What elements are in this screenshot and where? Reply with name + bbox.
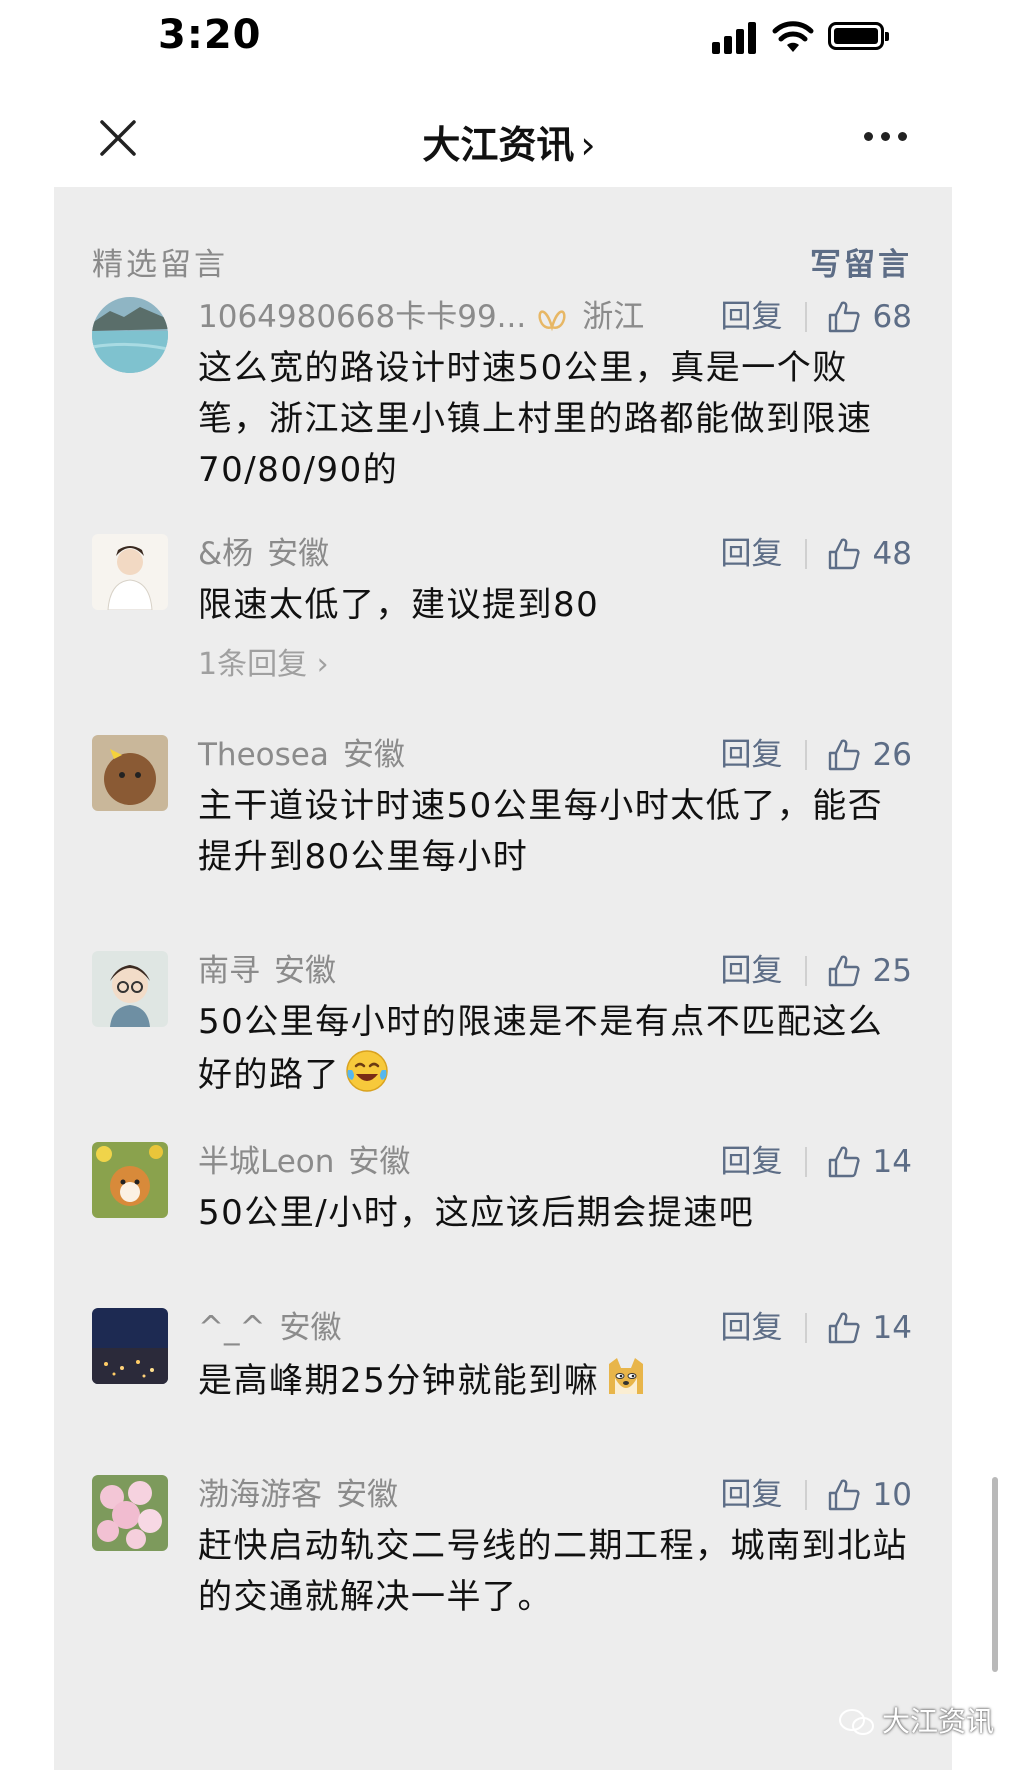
comment-text: 50公里/小时，这应该后期会提速吧 (198, 1193, 755, 1233)
cellular-signal-icon (712, 22, 758, 54)
comment-region: 安徽 (279, 1310, 342, 1346)
comment-actions: 回复 10 (721, 1475, 912, 1515)
comment-region: 安徽 (348, 1144, 411, 1180)
reply-button[interactable]: 回复 (721, 534, 783, 574)
like-count: 10 (872, 1477, 912, 1513)
thumbs-up-icon[interactable] (827, 1478, 861, 1512)
more-options-icon[interactable] (864, 132, 908, 144)
comment-text: 限速太低了，建议提到80 (198, 585, 600, 625)
thumbs-up-icon[interactable] (827, 1145, 861, 1179)
comment-meta: Theosea 安徽 (198, 735, 405, 775)
write-comment-button[interactable]: 写留言 (810, 239, 912, 284)
comment-text: 是高峰期25分钟就能到嘛 (198, 1354, 918, 1407)
view-replies-label: 1条回复 (198, 647, 308, 682)
comment-text: 主干道设计时速50公里每小时太低了，能否提升到80公里每小时 (198, 786, 884, 877)
doge-emoji (609, 1358, 644, 1394)
like-count: 14 (872, 1310, 912, 1346)
like-count: 25 (872, 953, 912, 989)
comment-meta: 半城Leon 安徽 (198, 1142, 410, 1182)
view-replies-link[interactable]: 1条回复 › (198, 639, 329, 683)
comment-text: 赶快启动轨交二号线的二期工程，城南到北站的交通就解决一半了。 (198, 1526, 908, 1617)
comment-meta: 渤海游客 安徽 (198, 1475, 398, 1515)
divider (804, 1313, 807, 1343)
avatar[interactable] (92, 1475, 168, 1551)
featured-comments-title: 精选留言 (92, 247, 228, 283)
divider (804, 1147, 807, 1177)
comment-actions: 回复 26 (721, 735, 912, 775)
comment-meta: 南寻 安徽 (198, 951, 336, 991)
reply-button[interactable]: 回复 (721, 735, 783, 775)
like-count: 68 (872, 299, 912, 335)
comment-meta: 1064980668卡卡99... 浙江 (198, 297, 644, 337)
comment-actions: 回复 48 (721, 534, 912, 574)
nav-bar: 大江资讯 › (0, 78, 1018, 188)
comment-text-body: 是高峰期25分钟就能到嘛 (198, 1361, 600, 1401)
comment-text: 这么宽的路设计时速50公里，真是一个败笔，浙江这里小镇上村里的路都能做到限速70… (198, 348, 873, 490)
comment-actions: 回复 14 (721, 1142, 912, 1182)
watermark-text: 大江资讯 (882, 1705, 995, 1738)
comment-region: 浙江 (582, 299, 645, 335)
laughing-tears-emoji (346, 1050, 388, 1092)
comment-meta: ^_^ 安徽 (198, 1308, 341, 1348)
like-count: 14 (872, 1144, 912, 1180)
comment-username[interactable]: Theosea (198, 737, 329, 773)
comment-region: 安徽 (274, 953, 336, 989)
comment-region: 安徽 (342, 737, 405, 773)
comment-region: 安徽 (336, 1477, 398, 1513)
avatar[interactable] (92, 1142, 168, 1218)
comment-text: 50公里每小时的限速是不是有点不匹配这么好的路了 (198, 997, 918, 1101)
comment-username[interactable]: 半城Leon (198, 1144, 334, 1180)
reply-button[interactable]: 回复 (721, 1308, 783, 1348)
status-bar: 3:20 (0, 0, 1018, 78)
comment-actions: 回复 68 (721, 297, 912, 337)
comment-region: 安徽 (267, 536, 330, 572)
comment-text-body: 50公里每小时的限速是不是有点不匹配这么好的路了 (198, 1002, 884, 1095)
comment-username[interactable]: &杨 (198, 536, 253, 572)
comment-username[interactable]: 渤海游客 (198, 1477, 322, 1513)
comments-panel: 精选留言 写留言 1064980668卡卡99... 浙江 回复 68 这么宽的路… (54, 187, 998, 1770)
comments-header: 精选留言 写留言 (54, 187, 952, 297)
avatar[interactable] (92, 1308, 168, 1384)
reply-button[interactable]: 回复 (721, 951, 783, 991)
avatar[interactable] (92, 951, 168, 1027)
avatar[interactable] (92, 735, 168, 811)
wechat-icon (839, 1709, 874, 1735)
comment-actions: 回复 14 (721, 1308, 912, 1348)
divider (804, 956, 807, 986)
comment-username[interactable]: ^_^ (198, 1310, 265, 1346)
comment-meta: &杨 安徽 (198, 534, 329, 574)
divider (804, 539, 807, 569)
butterfly-badge-icon (538, 310, 566, 331)
watermark: 大江资讯 (838, 1700, 994, 1740)
like-count: 26 (872, 737, 912, 773)
comment-actions: 回复 25 (721, 951, 912, 991)
thumbs-up-icon[interactable] (827, 1311, 861, 1345)
avatar[interactable] (92, 534, 168, 610)
reply-button[interactable]: 回复 (721, 1475, 783, 1515)
chevron-right-icon: › (307, 647, 329, 682)
comment-username[interactable]: 1064980668卡卡99... (198, 299, 526, 335)
chevron-right-icon: › (580, 123, 596, 167)
status-time: 3:20 (158, 12, 262, 58)
account-title-text: 大江资讯 (422, 123, 575, 167)
divider (804, 740, 807, 770)
divider (804, 1480, 807, 1510)
thumbs-up-icon[interactable] (827, 738, 861, 772)
thumbs-up-icon[interactable] (827, 300, 861, 334)
divider (804, 302, 807, 332)
like-count: 48 (872, 536, 912, 572)
thumbs-up-icon[interactable] (827, 537, 861, 571)
comment-username[interactable]: 南寻 (198, 953, 260, 989)
scrollbar[interactable] (992, 1477, 998, 1672)
reply-button[interactable]: 回复 (721, 297, 783, 337)
avatar[interactable] (92, 297, 168, 373)
thumbs-up-icon[interactable] (827, 954, 861, 988)
reply-button[interactable]: 回复 (721, 1142, 783, 1182)
wifi-icon (772, 21, 814, 52)
battery-icon (828, 22, 889, 50)
